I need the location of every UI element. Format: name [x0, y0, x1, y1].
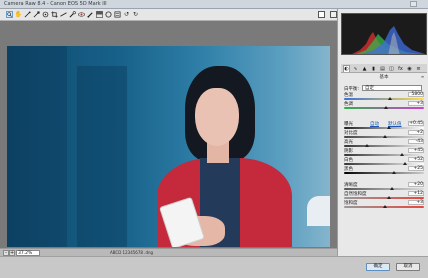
straighten-icon[interactable] [60, 11, 67, 18]
color-sampler-icon[interactable] [33, 11, 40, 18]
photo-preview[interactable] [7, 46, 330, 247]
slider-row: 高光 -43 [344, 139, 424, 147]
slider-thumb[interactable] [365, 144, 370, 147]
image-canvas[interactable] [0, 21, 337, 248]
slider-track[interactable] [344, 172, 424, 174]
slider-thumb[interactable] [399, 153, 404, 156]
slider-thumb[interactable] [383, 106, 388, 109]
slider-track[interactable] [344, 127, 424, 129]
white-balance-icon[interactable] [24, 11, 31, 18]
slider-thumb[interactable] [382, 135, 387, 138]
zoom-icon[interactable] [6, 11, 13, 18]
crop-icon[interactable] [51, 11, 58, 18]
radial-filter-icon[interactable] [105, 11, 112, 18]
panel-menu-icon[interactable]: ≡ [420, 74, 425, 79]
slider-value-field[interactable]: +2 [408, 130, 424, 135]
bottom-bar: 确定 取消 [0, 256, 428, 278]
rotate-ccw-icon[interactable]: ↺ [123, 11, 130, 18]
slider-value-field[interactable]: +3 [408, 200, 424, 205]
hand-icon[interactable]: ✋ [15, 11, 22, 18]
slider-track[interactable] [344, 188, 424, 190]
slider-row: 对比度 +2 [344, 130, 424, 138]
background-building [7, 46, 67, 247]
tab-detail-icon[interactable]: ▲ [361, 65, 368, 72]
slider-value-field[interactable]: +52 [408, 157, 424, 162]
spot-removal-icon[interactable] [69, 11, 76, 18]
slider-track[interactable] [344, 163, 424, 165]
background-car [307, 196, 330, 226]
section-title-label: 基本 [379, 75, 389, 80]
slider-value-field[interactable]: +3 [408, 101, 424, 106]
cancel-button[interactable]: 取消 [396, 263, 420, 271]
fullscreen-button[interactable] [330, 11, 337, 18]
background-building [77, 66, 127, 247]
adjustment-brush-icon[interactable] [87, 11, 94, 18]
tab-effects-icon[interactable]: fx [397, 65, 404, 72]
slider-row: 色调 +3 [344, 101, 424, 109]
slider-row: 自然饱和度 +12 [344, 191, 424, 199]
slider-thumb[interactable] [402, 162, 407, 165]
histogram [341, 13, 427, 55]
slider-value-field[interactable]: 5800 [408, 92, 424, 97]
close-button[interactable] [410, 1, 417, 7]
white-balance-row: 白平衡: 自定 [344, 85, 424, 92]
slider-thumb[interactable] [386, 196, 391, 199]
slider-thumb[interactable] [386, 126, 391, 129]
slider-track[interactable] [344, 154, 424, 156]
preview-checkbox[interactable] [318, 11, 325, 18]
slider-track[interactable] [344, 145, 424, 147]
tab-split-toning-icon[interactable]: ▤ [379, 65, 386, 72]
tab-basic-icon[interactable]: ◐ [343, 65, 350, 72]
slider-row: 阴影 +45 [344, 148, 424, 156]
slider-thumb[interactable] [390, 187, 394, 190]
tab-presets-icon[interactable]: ≡ [415, 65, 422, 72]
status-bar: - + 37.2% ABCD 12345678 .dng [0, 248, 337, 256]
panel-tabs: ◐ ∿ ▲ ▮ ▤ ◫ fx ◉ ≡ [341, 64, 427, 73]
slider-value-field[interactable]: +25 [408, 166, 424, 171]
adjustment-panel: ◐ ∿ ▲ ▮ ▤ ◫ fx ◉ ≡ 基本 ≡ 白平衡: 自定 自动 默认值 色… [337, 9, 428, 256]
histogram-readout [341, 56, 427, 64]
slider-thumb[interactable] [382, 205, 387, 208]
window-title: Camera Raw 8.4 - Canon EOS 5D Mark III [4, 1, 107, 7]
tab-tone-curve-icon[interactable]: ∿ [352, 65, 359, 72]
slider-row: 色温 5800 [344, 92, 424, 100]
slider-thumb[interactable] [388, 97, 393, 100]
section-title: 基本 ≡ [341, 74, 427, 80]
slider-value-field[interactable]: +20 [408, 182, 424, 187]
slider-value-field[interactable]: +45 [408, 148, 424, 153]
target-adjust-icon[interactable] [42, 11, 49, 18]
tab-hsl-icon[interactable]: ▮ [370, 65, 377, 72]
subject-face [195, 88, 239, 146]
slider-row: 清晰度 +20 [344, 182, 424, 190]
red-eye-icon[interactable] [78, 11, 85, 18]
slider-row: 白色 +52 [344, 157, 424, 165]
white-balance-select[interactable]: 自定 [362, 85, 422, 91]
ok-button[interactable]: 确定 [366, 263, 390, 271]
histogram-graph [352, 26, 425, 54]
tab-camera-calibration-icon[interactable]: ◉ [406, 65, 413, 72]
slider-track[interactable] [344, 98, 424, 100]
slider-track[interactable] [344, 197, 424, 199]
title-bar: Camera Raw 8.4 - Canon EOS 5D Mark III [0, 0, 428, 9]
slider-value-field[interactable]: +12 [408, 191, 424, 196]
file-info: ABCD 12345678 .dng [110, 250, 154, 255]
slider-value-field[interactable]: +0.45 [408, 121, 424, 126]
graduated-filter-icon[interactable] [96, 11, 103, 18]
slider-value-field[interactable]: -43 [408, 139, 424, 144]
tab-lens-icon[interactable]: ◫ [388, 65, 395, 72]
slider-row: 曝光 +0.45 [344, 121, 424, 129]
preferences-icon[interactable] [114, 11, 121, 18]
slider-thumb[interactable] [391, 171, 396, 174]
rotate-cw-icon[interactable]: ↻ [132, 11, 139, 18]
slider-row: 饱和度 +3 [344, 200, 424, 208]
slider-row: 黑色 +25 [344, 166, 424, 174]
